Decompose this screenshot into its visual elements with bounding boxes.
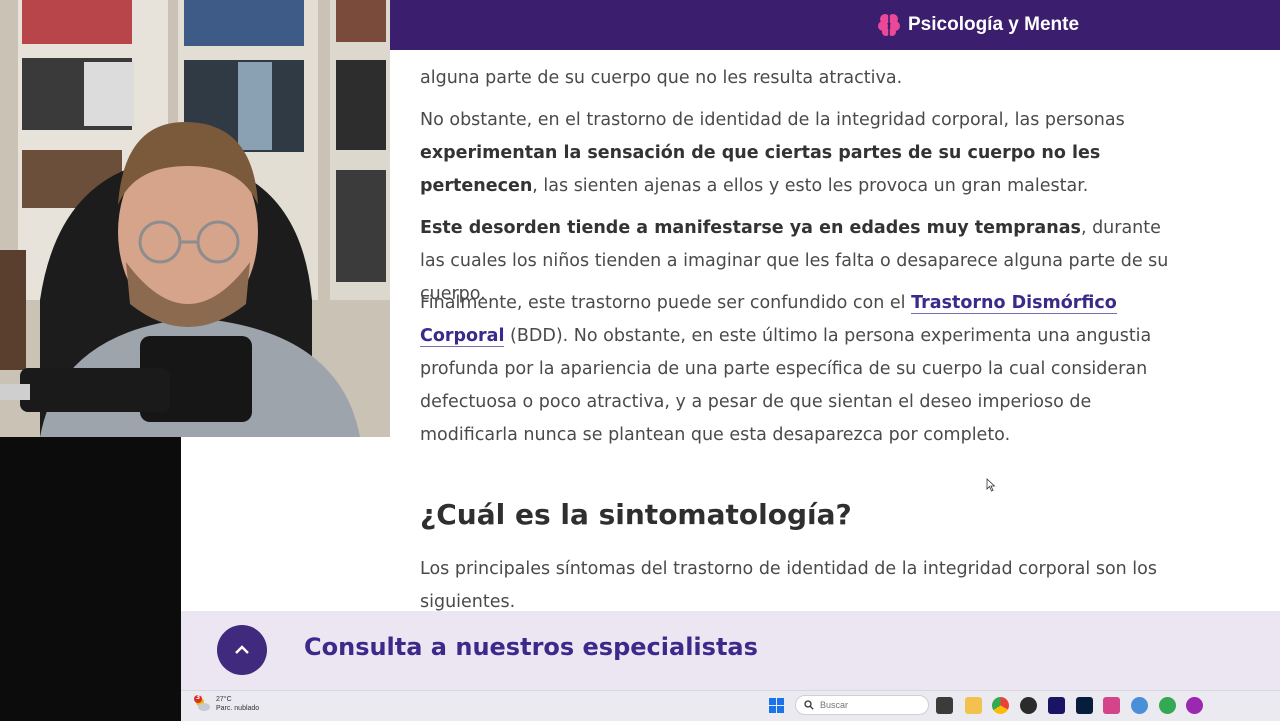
text-span: Finalmente, este trastorno puede ser con… — [420, 293, 912, 313]
webcam-feed-image — [0, 0, 390, 437]
obs-icon[interactable] — [1020, 697, 1037, 714]
paragraph-bdd: Finalmente, este trastorno puede ser con… — [420, 287, 1190, 452]
browser-profile-icon[interactable] — [1186, 697, 1203, 714]
photoshop-icon[interactable] — [1076, 697, 1093, 714]
weather-text: 27°C Parc. nublado — [216, 695, 259, 713]
search-icon — [804, 700, 814, 710]
chevron-up-icon — [235, 645, 249, 654]
scroll-top-button[interactable] — [217, 625, 267, 675]
file-explorer-icon[interactable] — [965, 697, 982, 714]
browser-profile-icon[interactable] — [1131, 697, 1148, 714]
site-header: Psicología y Mente — [390, 0, 1280, 50]
taskbar-search[interactable] — [795, 695, 929, 715]
weather-widget[interactable]: 3 27°C Parc. nublado — [193, 694, 259, 713]
premiere-icon[interactable] — [1048, 697, 1065, 714]
chrome-icon[interactable] — [992, 697, 1009, 714]
text-span: (BDD). No obstante, en este último la pe… — [420, 326, 1152, 445]
brand-name: Psicología y Mente — [908, 14, 1080, 35]
task-view-icon[interactable] — [936, 697, 953, 714]
mouse-cursor-icon — [986, 477, 996, 496]
paragraph-symptoms-intro: Los principales síntomas del trastorno d… — [420, 559, 1157, 612]
bold-text: Este desorden tiende a manifestarse ya e… — [420, 218, 1081, 238]
taskbar-search-input[interactable] — [820, 700, 910, 710]
paragraph-bidi: No obstante, en el trastorno de identida… — [420, 104, 1190, 203]
section-heading: ¿Cuál es la sintomatología? — [420, 498, 852, 531]
text-span: No obstante, en el trastorno de identida… — [420, 110, 1125, 130]
brand-logo[interactable]: Psicología y Mente — [878, 9, 1079, 41]
temperature: 27°C — [216, 696, 232, 703]
app-icon[interactable] — [1103, 697, 1120, 714]
taskbar: 3 27°C Parc. nublado — [181, 690, 1280, 721]
paragraph-intro-tail: alguna parte de su cuerpo que no les res… — [420, 68, 903, 88]
windows-start-icon[interactable] — [768, 697, 785, 714]
brain-icon — [878, 14, 900, 36]
weather-condition: Parc. nublado — [216, 705, 260, 712]
consult-label[interactable]: Consulta a nuestros especialistas — [304, 633, 758, 661]
text-span: , las sienten ajenas a ellos y esto les … — [532, 176, 1089, 196]
consult-banner[interactable]: Consulta a nuestros especialistas — [181, 611, 1280, 690]
weather-badge: 3 — [196, 694, 201, 701]
browser-profile-icon[interactable] — [1159, 697, 1176, 714]
webcam-overlay — [0, 0, 390, 437]
